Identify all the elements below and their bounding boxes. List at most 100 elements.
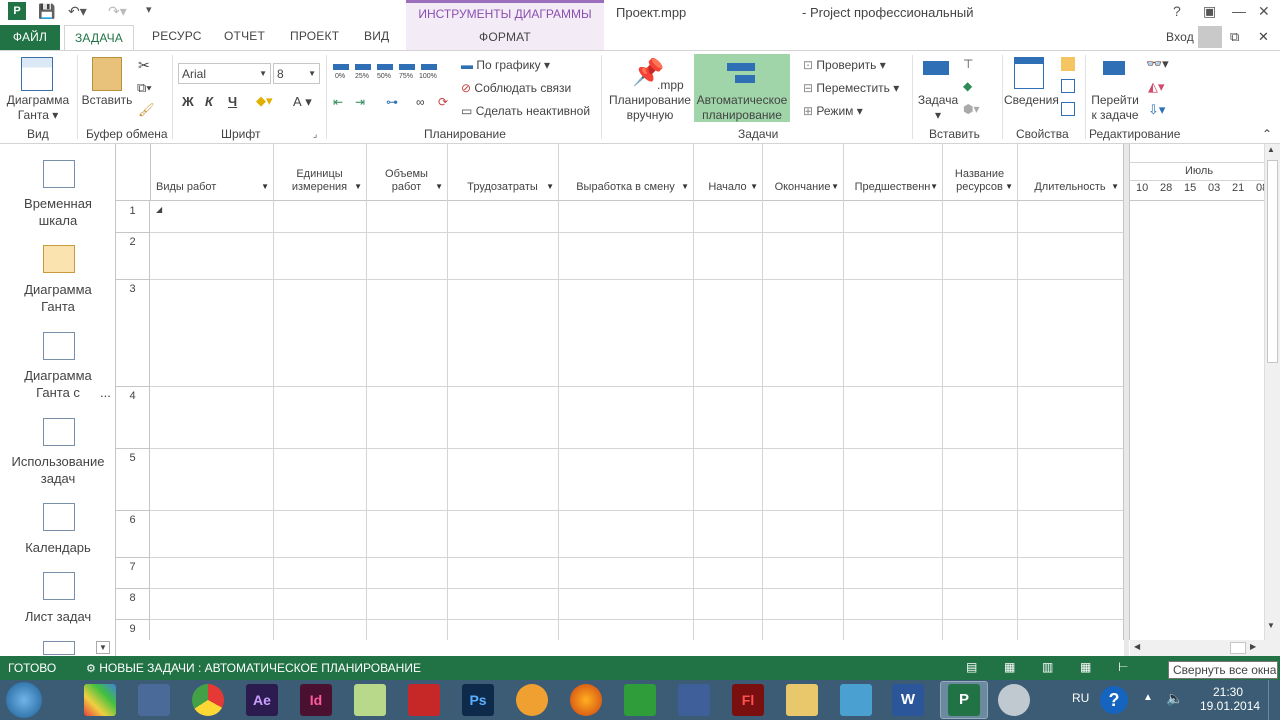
tray-expand-icon[interactable]: ▲ [1143, 692, 1153, 703]
insert-task-button[interactable]: Задача ▾ [914, 93, 962, 123]
volume-icon[interactable]: 🔈 [1166, 690, 1183, 707]
link-icon[interactable]: ∞ [416, 95, 425, 109]
column-header-volume[interactable]: Объемы работ ▼ [366, 144, 448, 201]
clock[interactable]: 21:30 19.01.2014 [1200, 685, 1260, 713]
column-header-work-type[interactable]: Виды работ ▼ [150, 144, 274, 201]
network-diagram-icon[interactable] [43, 641, 75, 655]
close-doc-icon[interactable]: ✕ [1258, 29, 1269, 45]
column-header-labor[interactable]: Трудозатраты ▼ [447, 144, 559, 201]
scroll-right-icon[interactable]: ▶ [1250, 642, 1256, 651]
viewbar-scroll-down-icon[interactable]: ▼ [96, 641, 110, 654]
pct-75-icon[interactable] [399, 64, 415, 70]
row-header[interactable]: 1 [116, 201, 150, 233]
minimize-button[interactable]: — [1232, 3, 1246, 19]
new-tasks-mode[interactable]: ⚙ НОВЫЕ ЗАДАЧИ : АВТОМАТИЧЕСКОЕ ПЛАНИРОВ… [86, 661, 421, 675]
column-header-output-per-shift[interactable]: Выработка в смену ▼ [558, 144, 694, 201]
row-header[interactable]: 7 [116, 557, 150, 589]
font-dialog-launcher-icon[interactable]: ⌟ [313, 129, 317, 140]
photo-viewer-icon[interactable] [138, 684, 170, 716]
close-button[interactable]: ✕ [1258, 3, 1270, 20]
app-prism-icon[interactable] [84, 684, 116, 716]
paste-button[interactable]: Вставить [80, 93, 134, 108]
report-shortcut-icon[interactable]: ⊢ [1118, 660, 1128, 674]
autocad-icon[interactable] [408, 684, 440, 716]
gantt-shortcut-icon[interactable]: ▥ [1042, 660, 1053, 674]
save-icon[interactable]: 💾 [38, 3, 55, 20]
row-header[interactable]: 5 [116, 448, 150, 511]
gantt-chart-area[interactable]: Июль 10 28 15 03 21 08 [1129, 144, 1268, 640]
on-schedule-button[interactable]: ▬ По графику ▾ [461, 58, 550, 72]
view-tracking-gantt[interactable]: Диаграмма Ганта с ... [0, 367, 116, 401]
underline-button[interactable]: Ч [228, 94, 237, 109]
pct-25-icon[interactable] [355, 64, 371, 70]
redo-icon[interactable]: ↷▾ [108, 3, 127, 20]
flash-icon[interactable]: Fl [732, 684, 764, 716]
indesign-icon[interactable]: Id [300, 684, 332, 716]
ribbon-display-icon[interactable]: ▣ [1203, 3, 1216, 20]
restore-ribbon-icon[interactable]: ⧉ [1230, 29, 1239, 45]
tab-view[interactable]: ВИД [364, 29, 389, 43]
undo-icon[interactable]: ↶▾ [68, 3, 87, 20]
select-all-corner[interactable] [116, 144, 151, 201]
split-task-icon[interactable]: ⊶ [386, 95, 398, 109]
italic-button[interactable]: К [205, 94, 213, 109]
mode-button[interactable]: ⊞ Режим ▾ [803, 104, 863, 118]
word-icon[interactable]: W [892, 684, 924, 716]
misc-app-icon[interactable] [998, 684, 1030, 716]
insert-summary-icon[interactable]: ⊤ [963, 57, 973, 71]
project-app-icon[interactable]: P [8, 2, 26, 20]
start-button-icon[interactable] [6, 682, 42, 718]
row-header[interactable]: 3 [116, 279, 150, 387]
pct-0-icon[interactable] [333, 64, 349, 70]
explorer-icon[interactable] [786, 684, 818, 716]
paste-icon[interactable] [92, 57, 122, 91]
task-usage-icon[interactable] [43, 418, 75, 446]
view-calendar[interactable]: Календарь [0, 539, 116, 556]
clear-icon[interactable]: ◭▾ [1148, 79, 1165, 95]
gantt-view-icon[interactable] [43, 245, 75, 273]
help-button[interactable]: ? [1173, 3, 1181, 19]
view-gantt[interactable]: Диаграмма Ганта [0, 281, 116, 315]
inspect-button[interactable]: ⊡ Проверить ▾ [803, 58, 886, 72]
insert-deliverable-icon[interactable]: ⬢▾ [963, 102, 980, 116]
tracking-gantt-icon[interactable] [43, 332, 75, 360]
view-shortcut-icon[interactable]: ▤ [966, 660, 977, 674]
find-icon[interactable]: 👓▾ [1146, 56, 1169, 72]
photoshop-icon[interactable]: Ps [462, 684, 494, 716]
customize-qat-icon[interactable]: ▾ [146, 3, 152, 16]
inactivate-button[interactable]: ▭ Сделать неактивной [461, 104, 590, 118]
insert-task-icon[interactable] [923, 61, 949, 75]
view-timeline[interactable]: Временная шкала [0, 195, 116, 229]
unlink-icon[interactable]: ⟳ [438, 95, 448, 109]
view-task-sheet[interactable]: Лист задач [0, 608, 116, 625]
media-player-icon[interactable] [516, 684, 548, 716]
firefox-icon[interactable] [570, 684, 602, 716]
corel-icon[interactable] [354, 684, 386, 716]
help-tray-icon[interactable]: ? [1100, 686, 1128, 714]
scroll-left-icon[interactable]: ◀ [1134, 642, 1140, 651]
fill-icon[interactable]: ⇩▾ [1148, 102, 1165, 118]
task-sheet-icon[interactable] [43, 572, 75, 600]
insert-milestone-icon[interactable]: ◆ [963, 79, 972, 93]
ftp-client-icon[interactable] [840, 684, 872, 716]
fill-color-icon[interactable]: ◆▾ [256, 93, 273, 109]
scroll-down-icon[interactable]: ▼ [1267, 621, 1275, 630]
timeline-view-icon[interactable] [43, 160, 75, 188]
hscroll-thumb[interactable] [1230, 642, 1246, 654]
view-task-usage[interactable]: Использование задач [0, 453, 116, 487]
manual-schedule-button[interactable]: Планирование вручную [605, 93, 695, 123]
bold-button[interactable]: Ж [182, 94, 194, 109]
gantt-view-button[interactable]: Диаграмма Ганта ▾ [2, 93, 74, 123]
font-size-select[interactable]: 8 ▼ [273, 63, 320, 84]
information-icon[interactable] [1014, 57, 1044, 89]
cut-icon[interactable]: ✂ [138, 57, 150, 74]
format-painter-icon[interactable]: 🖌 [138, 102, 155, 118]
tab-resource[interactable]: РЕСУРС [152, 29, 202, 43]
column-header-start[interactable]: Начало ▼ [693, 144, 763, 201]
column-header-units[interactable]: Единицы измерения ▼ [273, 144, 367, 201]
font-color-button[interactable]: А ▾ [293, 94, 312, 110]
scroll-to-task-button[interactable]: Перейти к задаче [1087, 93, 1143, 123]
add-to-timeline-icon[interactable] [1061, 102, 1075, 116]
tab-file[interactable]: ФАЙЛ [0, 25, 60, 50]
avatar[interactable] [1198, 26, 1222, 48]
